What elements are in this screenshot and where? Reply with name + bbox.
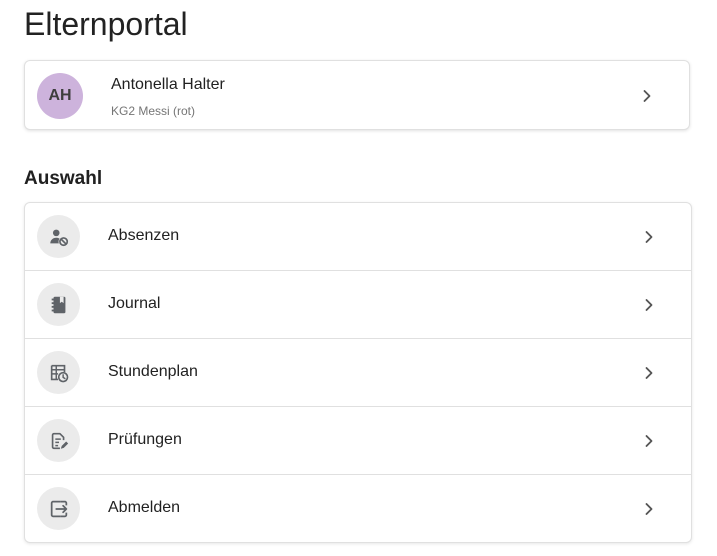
menu-item-label: Abmelden <box>108 499 181 516</box>
profile-name: Antonella Halter <box>111 76 225 93</box>
chevron-right-icon <box>637 86 657 106</box>
chevron-right-icon <box>639 431 659 451</box>
page-title: Elternportal <box>24 6 188 42</box>
logout-icon <box>37 487 80 530</box>
menu-item-label: Prüfungen <box>108 431 182 448</box>
menu-item-absenzen[interactable]: Absenzen <box>25 203 691 271</box>
chevron-right-icon <box>639 227 659 247</box>
menu-item-label: Stundenplan <box>108 363 198 380</box>
menu-list: Absenzen Journal Stundenplan Prüfungen A… <box>24 202 692 543</box>
menu-item-label: Journal <box>108 295 161 312</box>
profile-card[interactable]: AH Antonella Halter KG2 Messi (rot) <box>24 60 690 130</box>
menu-item-abmelden[interactable]: Abmelden <box>25 475 691 542</box>
section-title: Auswahl <box>24 168 103 189</box>
avatar: AH <box>37 73 83 119</box>
exam-edit-icon <box>37 419 80 462</box>
person-absence-icon <box>37 215 80 258</box>
menu-item-stundenplan[interactable]: Stundenplan <box>25 339 691 407</box>
timetable-icon <box>37 351 80 394</box>
profile-class: KG2 Messi (rot) <box>111 104 196 118</box>
chevron-right-icon <box>639 499 659 519</box>
chevron-right-icon <box>639 295 659 315</box>
journal-icon <box>37 283 80 326</box>
chevron-right-icon <box>639 363 659 383</box>
menu-item-journal[interactable]: Journal <box>25 271 691 339</box>
menu-item-label: Absenzen <box>108 227 180 244</box>
menu-item-pruefungen[interactable]: Prüfungen <box>25 407 691 475</box>
